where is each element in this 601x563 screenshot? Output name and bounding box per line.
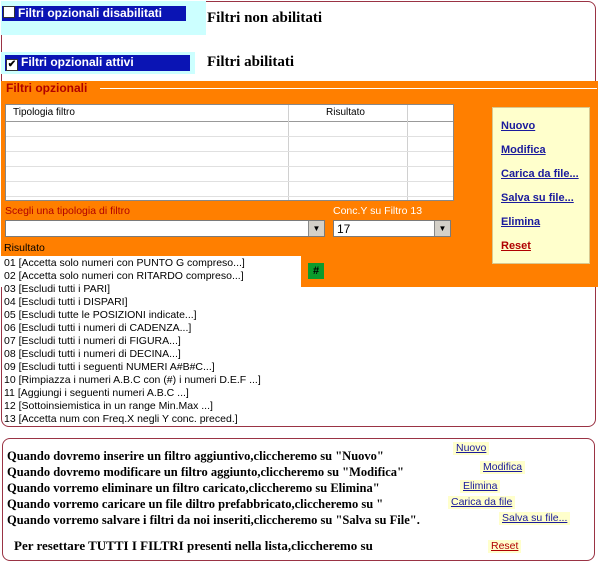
reset-button[interactable]: Reset	[501, 240, 531, 252]
filters-grid[interactable]: Tipologia filtro Risultato	[5, 104, 454, 201]
modifica-button[interactable]: Modifica	[501, 144, 546, 156]
chevron-down-icon[interactable]: ▼	[434, 221, 450, 236]
result-item[interactable]: 04 [Escludi tutti i DISPARI]	[4, 296, 128, 308]
grid-row[interactable]	[6, 137, 453, 152]
result-item[interactable]: 13 [Accetta num con Freq.X negli Y conc.…	[4, 413, 238, 425]
hash-button[interactable]: #	[308, 263, 324, 279]
help-line-reset: Per resettare TUTTI I FILTRI presenti ne…	[14, 538, 373, 553]
panel-title-rule	[100, 88, 597, 89]
checkbox-checked-icon: ✔	[6, 59, 18, 71]
result-item[interactable]: 11 [Aggiungi i seguenti numeri A.B.C ...…	[4, 387, 189, 399]
help-line-salva: Quando vorremo salvare i filtri da noi i…	[7, 513, 420, 527]
result-item[interactable]: 02 [Accetta solo numeri con RITARDO comp…	[4, 270, 244, 282]
grid-row[interactable]	[6, 182, 453, 197]
grid-column-header-result[interactable]: Risultato	[326, 107, 365, 118]
result-item[interactable]: 05 [Escludi tutte le POSIZIONI indicate.…	[4, 309, 197, 321]
filter-type-label: Scegli una tipologia di filtro	[5, 205, 130, 217]
help-load-button[interactable]: Carica da file	[448, 496, 516, 509]
help-reset-button[interactable]: Reset	[488, 540, 522, 553]
checkbox-unchecked-icon	[3, 6, 15, 18]
help-save-button[interactable]: Salva su file...	[499, 512, 571, 525]
result-item[interactable]: 06 [Escludi tutti i numeri di CADENZA...…	[4, 322, 191, 334]
help-line-elimina: Quando vorremo eliminare un filtro caric…	[7, 481, 380, 495]
conc-value: 17	[337, 222, 351, 236]
help-line-carica: Quando vorremo caricare un file diltro p…	[7, 497, 384, 511]
save-to-file-button[interactable]: Salva su file...	[501, 192, 574, 204]
conc-label: Conc.Y su Filtro 13	[333, 205, 423, 217]
disabled-filters-checkbox[interactable]: Filtri opzionali disabilitati	[2, 6, 186, 21]
result-item[interactable]: 12 [Sottoinsiemistica in un range Min.Ma…	[4, 400, 213, 412]
load-from-file-button[interactable]: Carica da file...	[501, 168, 579, 180]
grid-row[interactable]	[6, 152, 453, 167]
grid-column-header-type[interactable]: Tipologia filtro	[13, 107, 75, 118]
grid-row[interactable]	[6, 167, 453, 182]
side-buttons-panel: Nuovo Modifica Carica da file... Salva s…	[492, 107, 590, 264]
elimina-button[interactable]: Elimina	[501, 216, 540, 228]
enabled-caption: Filtri abilitati	[207, 54, 295, 70]
result-item[interactable]: 03 [Escludi tutti i PARI]	[4, 283, 110, 295]
result-item[interactable]: 10 [Rimpiazza i numeri A.B.C con (#) i n…	[4, 374, 261, 386]
disabled-caption: Filtri non abilitati	[207, 10, 323, 26]
grid-row[interactable]	[6, 122, 453, 137]
enabled-filters-checkbox[interactable]: ✔ Filtri opzionali attivi	[5, 55, 190, 71]
help-nuovo-button[interactable]: Nuovo	[453, 442, 490, 455]
help-line-nuovo: Quando dovremo inserire un filtro aggiun…	[7, 449, 384, 463]
filter-type-select[interactable]: ▼	[5, 220, 325, 237]
enabled-checkbox-label: Filtri opzionali attivi	[21, 55, 134, 69]
help-line-modifica: Quando dovremo modificare un filtro aggi…	[7, 465, 404, 479]
result-item[interactable]: 08 [Escludi tutti i numeri di DECINA...]	[4, 348, 181, 360]
nuovo-button[interactable]: Nuovo	[501, 120, 535, 132]
panel-title: Filtri opzionali	[6, 81, 88, 95]
result-item[interactable]: 01 [Accetta solo numeri con PUNTO G comp…	[4, 257, 245, 269]
disabled-checkbox-label: Filtri opzionali disabilitati	[18, 6, 163, 20]
help-elimina-button[interactable]: Elimina	[460, 480, 501, 493]
result-item[interactable]: 09 [Escludi tutti i seguenti NUMERI A#B#…	[4, 361, 215, 373]
result-item[interactable]: 07 [Escludi tutti i numeri di FIGURA...]	[4, 335, 181, 347]
result-label: Risultato	[4, 242, 45, 254]
conc-select[interactable]: 17 ▼	[333, 220, 451, 237]
chevron-down-icon[interactable]: ▼	[308, 221, 324, 236]
help-modifica-button[interactable]: Modifica	[480, 461, 526, 474]
